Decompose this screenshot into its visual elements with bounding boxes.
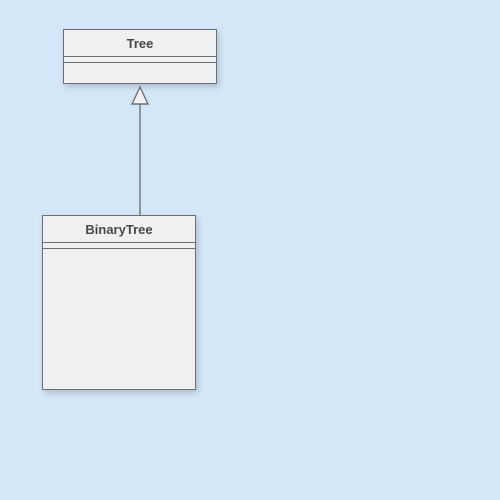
class-name-label: BinaryTree <box>43 216 195 243</box>
class-methods-section <box>64 63 216 83</box>
class-methods-section <box>43 249 195 389</box>
uml-class-binarytree[interactable]: BinaryTree <box>42 215 196 390</box>
class-name-label: Tree <box>64 30 216 57</box>
generalization-arrowhead-icon <box>132 87 148 104</box>
uml-class-tree[interactable]: Tree <box>63 29 217 84</box>
